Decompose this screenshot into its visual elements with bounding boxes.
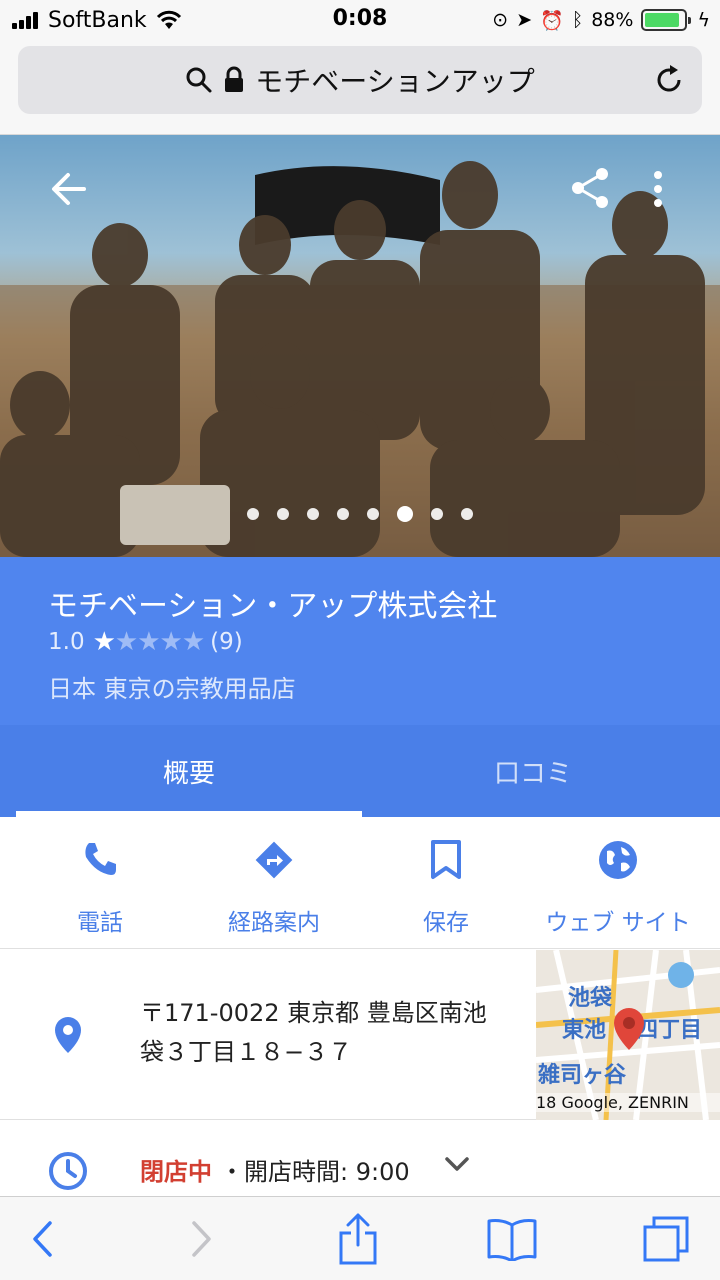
map-label-ikebukuro: 池袋	[568, 986, 613, 1011]
address-bar[interactable]: モチベーションアップ	[18, 46, 702, 114]
tab-overview[interactable]: 概要	[16, 725, 362, 817]
address-line-1: 〒171-0022 東京都 豊島区南池	[140, 999, 487, 1027]
directions-icon	[255, 841, 293, 879]
pagination-dot[interactable]	[431, 508, 443, 520]
save-button[interactable]: 保存	[356, 817, 536, 949]
browser-header: モチベーションアップ	[0, 40, 720, 135]
tabs-button[interactable]	[616, 1197, 716, 1280]
battery-percent: 88%	[591, 9, 634, 31]
forward-button[interactable]	[152, 1197, 252, 1280]
pagination-dot[interactable]	[307, 508, 319, 520]
hours-separator: ・	[220, 1158, 244, 1186]
map-credit: 18 Google, ZENRIN	[536, 1093, 720, 1112]
tabs-icon	[643, 1216, 689, 1262]
tab-reviews[interactable]: 口コミ	[360, 725, 706, 817]
directions-label: 経路案内	[228, 910, 320, 936]
place-category: 日本 東京の宗教用品店	[48, 675, 296, 703]
pagination-dot[interactable]	[397, 506, 413, 522]
share-icon[interactable]	[570, 167, 610, 209]
browser-toolbar	[0, 1196, 720, 1280]
status-bar: SoftBank 0:08 ⊙ ➤ ⏰ ᛒ 88% ϟ	[0, 0, 720, 40]
back-button[interactable]	[0, 1197, 92, 1280]
website-label: ウェブ サイト	[545, 910, 691, 936]
rating-value: 1.0	[48, 629, 85, 655]
address-bar-content[interactable]: モチベーションアップ	[18, 46, 702, 114]
chevron-down-icon[interactable]	[444, 1156, 470, 1172]
photo-image	[0, 161, 720, 557]
pagination-dot[interactable]	[461, 508, 473, 520]
map-marker-icon	[614, 1008, 644, 1050]
rating-row[interactable]: 1.0 ★★★★★ (9)	[48, 627, 243, 657]
hours-text: 閉店中 ・ 開店時間: 9:00	[140, 1152, 410, 1187]
star-icon: ★	[137, 627, 160, 657]
battery-level	[645, 13, 679, 27]
page-title: モチベーションアップ	[255, 65, 535, 98]
pagination-dot[interactable]	[367, 508, 379, 520]
bookmarks-icon	[487, 1219, 537, 1261]
call-label: 電話	[77, 910, 123, 936]
star-icon: ★	[114, 627, 138, 657]
place-photo[interactable]	[0, 135, 720, 557]
bookmark-icon	[431, 840, 461, 879]
share-button[interactable]	[308, 1197, 408, 1280]
tab-bar: 概要 口コミ	[0, 725, 720, 817]
pagination-dot[interactable]	[337, 508, 349, 520]
photo-pagination[interactable]	[0, 506, 720, 522]
map-thumbnail[interactable]: 池袋 東池 四丁目 雑司ヶ谷 18 Google, ZENRIN	[536, 950, 720, 1120]
website-button[interactable]: ウェブ サイト	[528, 817, 708, 949]
location-pin-icon	[55, 1017, 81, 1053]
status-right: ⊙ ➤ ⏰ ᛒ 88% ϟ	[484, 6, 710, 34]
star-rating: ★★★★★	[92, 627, 206, 657]
address-row[interactable]: 〒171-0022 東京都 豊島区南池 袋３丁目１８−３７ 池袋 東池 四丁目 …	[0, 950, 720, 1120]
address-text: 〒171-0022 東京都 豊島区南池 袋３丁目１８−３７	[140, 994, 520, 1072]
search-icon	[186, 67, 212, 93]
open-time: 開店時間: 9:00	[244, 1158, 410, 1186]
star-icon: ★	[181, 627, 205, 657]
lock-icon	[225, 66, 244, 92]
charging-icon: ϟ	[697, 9, 710, 31]
save-label: 保存	[423, 910, 469, 936]
forward-icon	[192, 1221, 211, 1257]
action-row: 電話 経路案内 保存 ウェブ サイト	[0, 817, 720, 949]
place-name: モチベーション・アップ株式会社	[48, 589, 498, 624]
pagination-dot[interactable]	[247, 508, 259, 520]
back-icon	[33, 1221, 52, 1257]
bookmarks-button[interactable]	[462, 1197, 562, 1280]
call-button[interactable]: 電話	[10, 817, 190, 949]
clock-icon	[49, 1152, 87, 1190]
orientation-lock-icon: ⊙	[492, 9, 509, 31]
place-header: モチベーション・アップ株式会社 1.0 ★★★★★ (9) 日本 東京の宗教用品…	[0, 557, 720, 725]
directions-button[interactable]: 経路案内	[184, 817, 364, 949]
star-icon: ★	[92, 627, 116, 657]
star-icon: ★	[159, 627, 183, 657]
map-label-higashi: 東池	[562, 1018, 607, 1043]
hours-row[interactable]: 閉店中 ・ 開店時間: 9:00	[0, 1120, 720, 1196]
address-line-2: 袋３丁目１８−３７	[140, 1038, 353, 1066]
review-count: (9)	[210, 629, 243, 655]
battery-icon	[641, 9, 692, 31]
location-icon: ➤	[516, 9, 533, 31]
map-label-zoshigaya: 雑司ヶ谷	[538, 1063, 627, 1088]
share-icon	[339, 1213, 377, 1265]
more-vert-icon[interactable]	[650, 169, 666, 209]
globe-icon	[599, 841, 637, 879]
open-status: 閉店中	[140, 1158, 212, 1186]
reload-icon[interactable]	[652, 63, 686, 97]
pagination-dot[interactable]	[277, 508, 289, 520]
bluetooth-icon: ᛒ	[571, 9, 584, 31]
phone-icon	[85, 843, 116, 875]
back-arrow-icon[interactable]	[50, 171, 88, 207]
alarm-icon: ⏰	[540, 9, 564, 32]
